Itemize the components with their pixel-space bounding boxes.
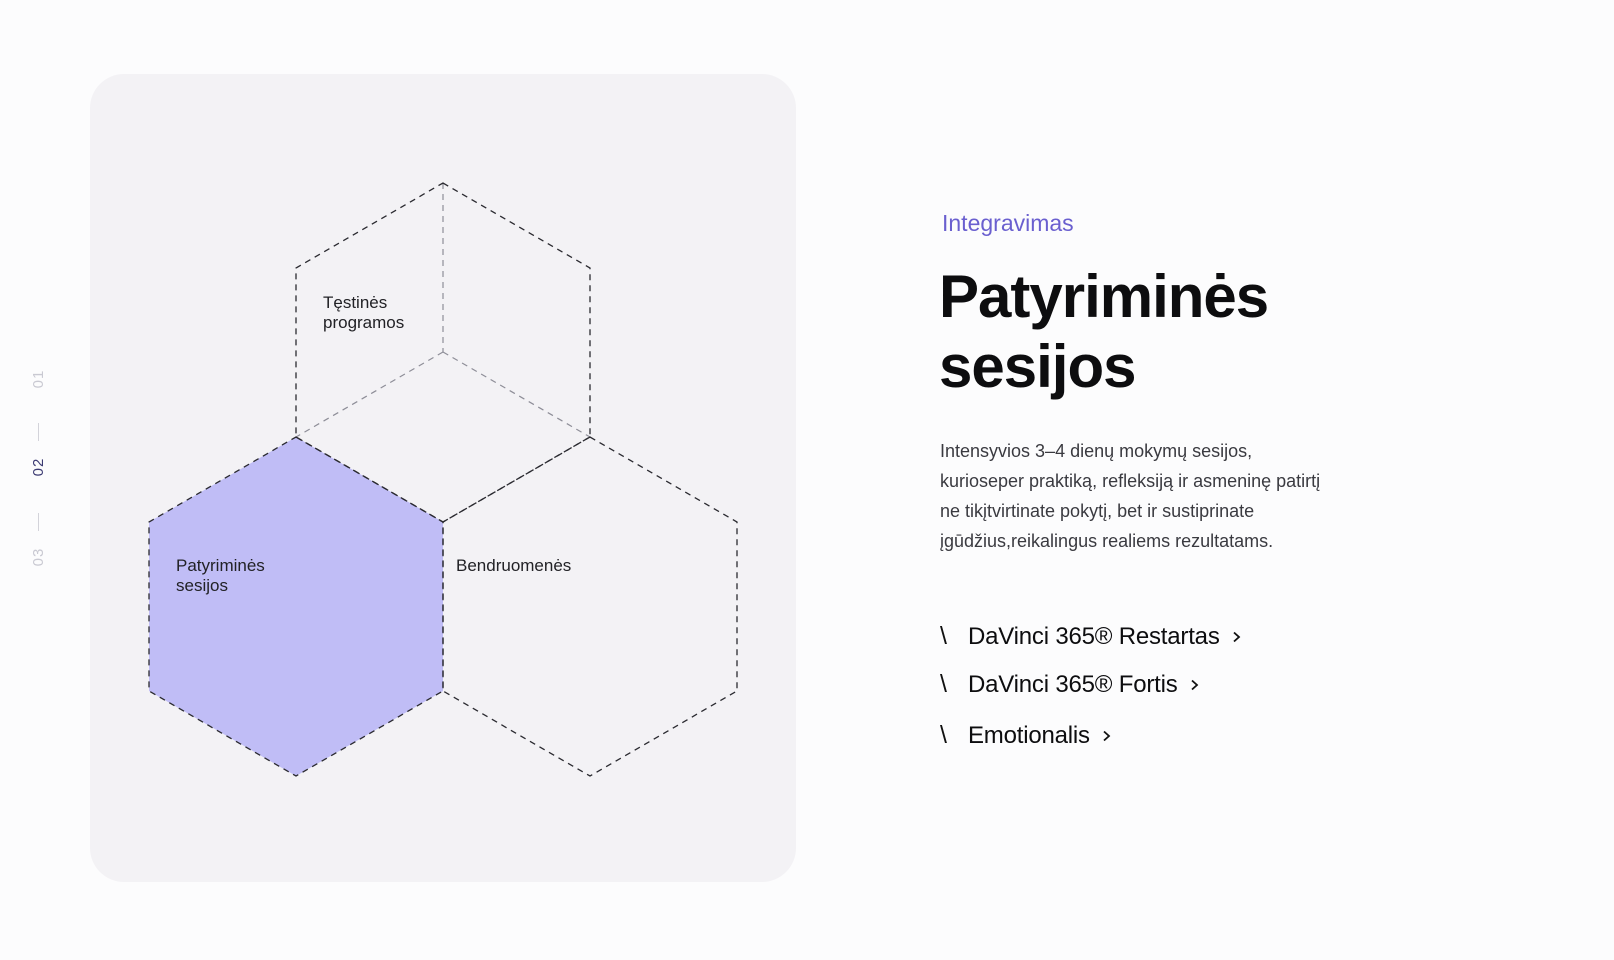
slash-icon: \ — [940, 721, 947, 749]
hex-label-bendruomenes: Bendruomenės — [456, 556, 571, 576]
link-emotionalis[interactable]: \ Emotionalis — [940, 721, 1111, 750]
slash-icon: \ — [940, 670, 947, 698]
hex-label-testines: Tęstinės programos — [323, 293, 404, 333]
hex-label-line: Tęstinės — [323, 293, 388, 312]
section-description: Intensyvios 3–4 dienų mokymų sesijos, ku… — [940, 436, 1360, 556]
hex-label-line: Bendruomenės — [456, 556, 572, 575]
chevron-right-icon — [1103, 730, 1111, 741]
link-label: Emotionalis — [968, 721, 1090, 749]
slash-icon: \ — [940, 622, 947, 650]
description-line: kurioseper praktiką, refleksiją ir asmen… — [940, 471, 1321, 491]
link-label: DaVinci 365® Fortis — [968, 670, 1178, 698]
hex-label-line: sesijos — [176, 576, 228, 595]
page: 01 02 03 Tęstinės programos Patyriminės … — [0, 0, 1614, 960]
title-line: sesijos — [939, 333, 1136, 400]
link-davinci-restartas[interactable]: \ DaVinci 365® Restartas — [940, 622, 1241, 651]
section-title: Patyriminės sesijos — [939, 262, 1499, 402]
title-line: Patyriminės — [939, 263, 1269, 330]
chevron-right-icon — [1190, 679, 1198, 690]
step-indicator: 01 02 03 — [28, 368, 50, 582]
step-divider — [38, 423, 39, 441]
hex-label-line: Patyriminės — [176, 556, 265, 575]
hex-label-line: programos — [323, 313, 405, 332]
step-03[interactable]: 03 — [28, 546, 50, 568]
section-eyebrow: Integravimas — [942, 210, 1074, 236]
hexagon-bendruomenes[interactable] — [442, 436, 738, 777]
link-label: DaVinci 365® Restartas — [968, 622, 1220, 650]
step-02[interactable]: 02 — [28, 456, 50, 478]
description-line: Intensyvios 3–4 dienų mokymų sesijos, — [940, 441, 1253, 461]
description-line: ne tikįtvirtinate pokytį, bet ir sustipr… — [940, 501, 1255, 521]
diagram-card: Tęstinės programos Patyriminės sesijos B… — [90, 74, 796, 882]
description-line: įgūdžius,reikalingus realiems rezultatam… — [940, 531, 1274, 551]
step-01[interactable]: 01 — [28, 368, 50, 390]
hex-label-patyrimines: Patyriminės sesijos — [176, 556, 265, 596]
hexagon-patyrimines-fill[interactable] — [149, 437, 443, 776]
hexagon-diagram — [148, 182, 738, 777]
step-divider — [38, 513, 39, 531]
link-davinci-fortis[interactable]: \ DaVinci 365® Fortis — [940, 670, 1199, 699]
chevron-right-icon — [1233, 631, 1240, 642]
